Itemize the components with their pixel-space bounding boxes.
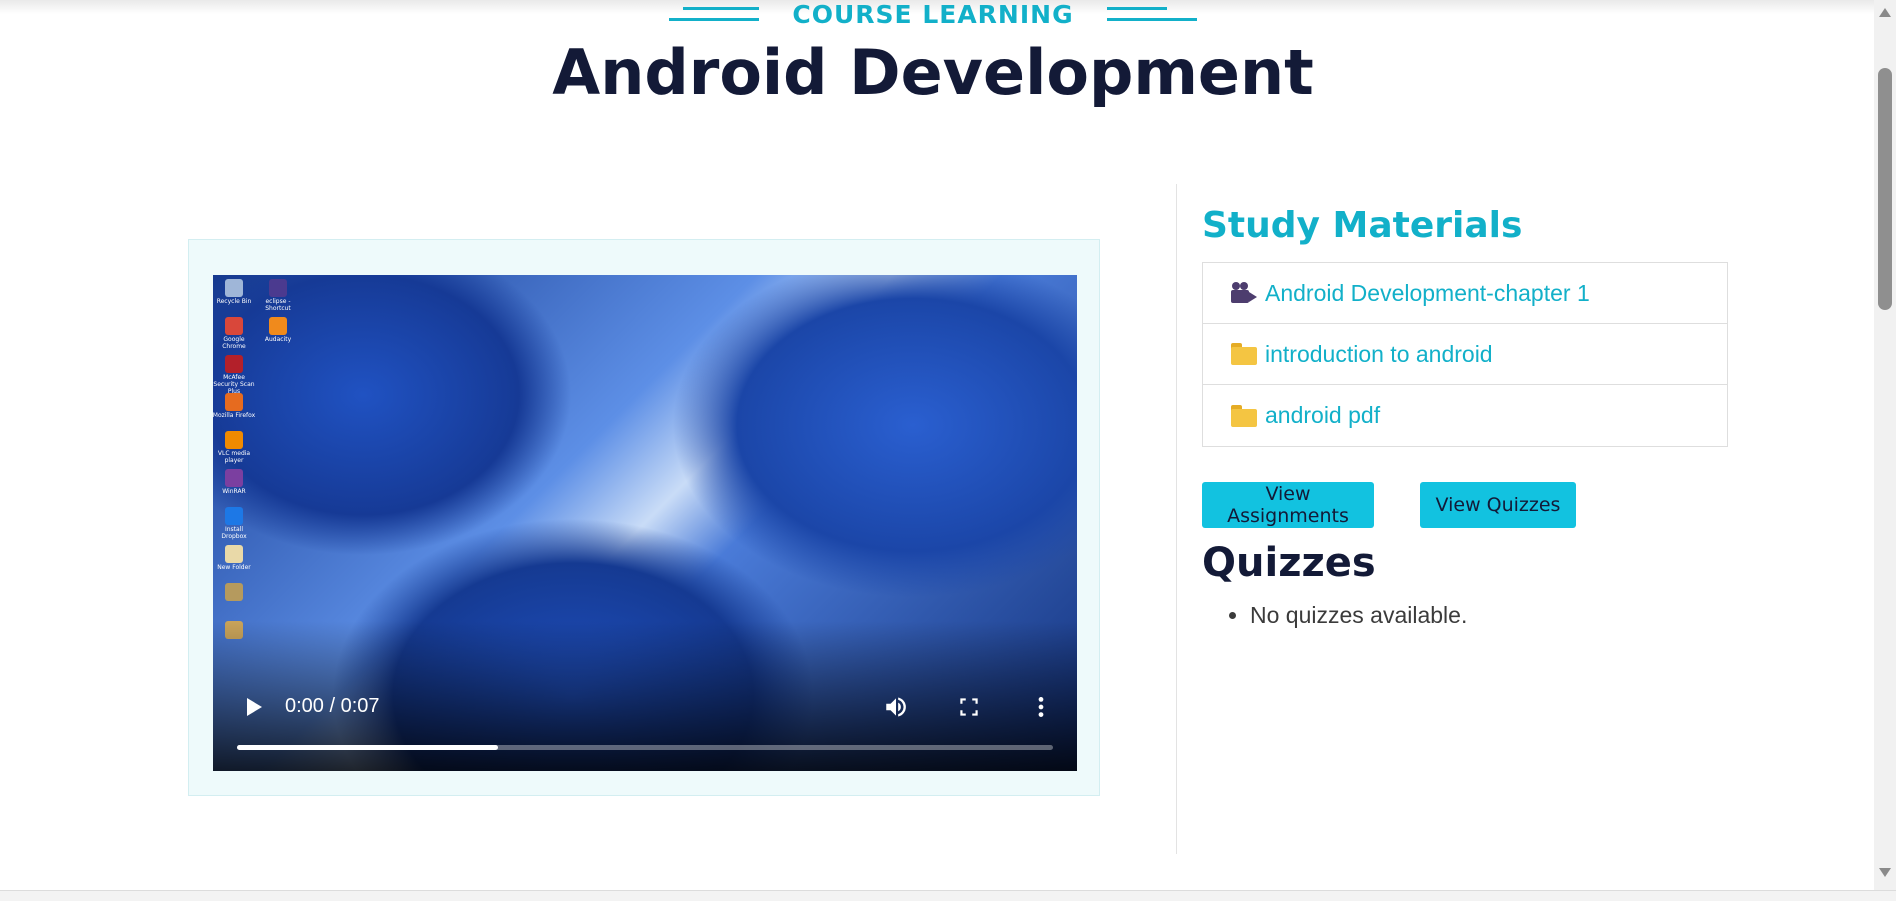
firefox-icon	[225, 393, 243, 411]
material-item-introduction[interactable]: introduction to android	[1203, 324, 1727, 385]
eyebrow-left-line	[668, 7, 759, 21]
winrar-icon	[225, 469, 243, 487]
quizzes-title: Quizzes	[1202, 540, 1376, 586]
video-progress-bar[interactable]	[237, 745, 1053, 750]
time-display: 0:00 / 0:07	[285, 695, 380, 717]
mcafee-icon	[225, 355, 243, 373]
recycle-bin-icon	[225, 279, 243, 297]
folder-icon	[1231, 404, 1259, 427]
archive-icon	[225, 583, 243, 601]
volume-icon[interactable]	[883, 694, 909, 720]
desktop-icon-label: Install Dropbox	[221, 526, 247, 540]
desktop-icon-label: WinRAR	[222, 488, 246, 495]
eyebrow-right-line	[1107, 7, 1198, 21]
more-options-icon[interactable]	[1028, 694, 1054, 720]
quiz-list-item: No quizzes available.	[1250, 602, 1467, 629]
audacity-icon	[269, 317, 287, 335]
page-title: Android Development	[552, 36, 1314, 109]
desktop-icon-label: eclipse - Shortcut	[265, 298, 291, 312]
material-label[interactable]: android pdf	[1265, 402, 1380, 429]
chrome-icon	[225, 317, 243, 335]
desktop-icon-label: McAfee Security Scan Plus	[213, 374, 255, 395]
view-quizzes-button[interactable]: View Quizzes	[1420, 482, 1576, 528]
column-divider	[1176, 184, 1177, 854]
desktop-icon-label: New Folder	[217, 564, 251, 571]
desktop-icon-label: Recycle Bin	[216, 298, 252, 305]
video-card: Recycle Bin eclipse - Shortcut Google Chro…	[188, 239, 1100, 796]
view-assignments-button[interactable]: View Assignments	[1202, 482, 1374, 528]
desktop-icon-label: Mozilla Firefox	[213, 412, 256, 419]
video-player[interactable]: Recycle Bin eclipse - Shortcut Google Chro…	[213, 275, 1077, 771]
folder-icon	[1231, 343, 1259, 365]
eyebrow-text: COURSE LEARNING	[792, 0, 1074, 29]
desktop-icon-label: Google Chrome	[222, 336, 246, 350]
study-materials-title: Study Materials	[1202, 205, 1523, 246]
materials-list: Android Development-chapter 1 introducti…	[1202, 262, 1728, 447]
fullscreen-icon[interactable]	[956, 694, 982, 720]
page-scrollbar[interactable]	[1874, 0, 1896, 890]
desktop-icon-label: VLC media player	[217, 450, 251, 464]
scrollbar-thumb[interactable]	[1878, 68, 1892, 310]
play-button[interactable]	[243, 696, 263, 718]
scroll-down-arrow-icon[interactable]	[1879, 868, 1891, 877]
quiz-list: No quizzes available.	[1202, 602, 1467, 629]
section-eyebrow: COURSE LEARNING	[0, 0, 1866, 29]
material-label[interactable]: Android Development-chapter 1	[1265, 280, 1590, 307]
material-item-chapter-1[interactable]: Android Development-chapter 1	[1203, 263, 1727, 324]
material-label[interactable]: introduction to android	[1265, 341, 1493, 368]
scroll-up-arrow-icon[interactable]	[1879, 8, 1891, 17]
dropbox-icon	[225, 507, 243, 525]
material-item-android-pdf[interactable]: android pdf	[1203, 385, 1727, 446]
eclipse-icon	[269, 279, 287, 297]
video-camera-icon	[1231, 282, 1259, 304]
vlc-icon	[225, 431, 243, 449]
video-progress-fill	[237, 745, 499, 750]
folder-icon	[225, 545, 243, 563]
desktop-icon-label: Audacity	[264, 336, 292, 343]
window-bottom-edge	[0, 890, 1896, 901]
